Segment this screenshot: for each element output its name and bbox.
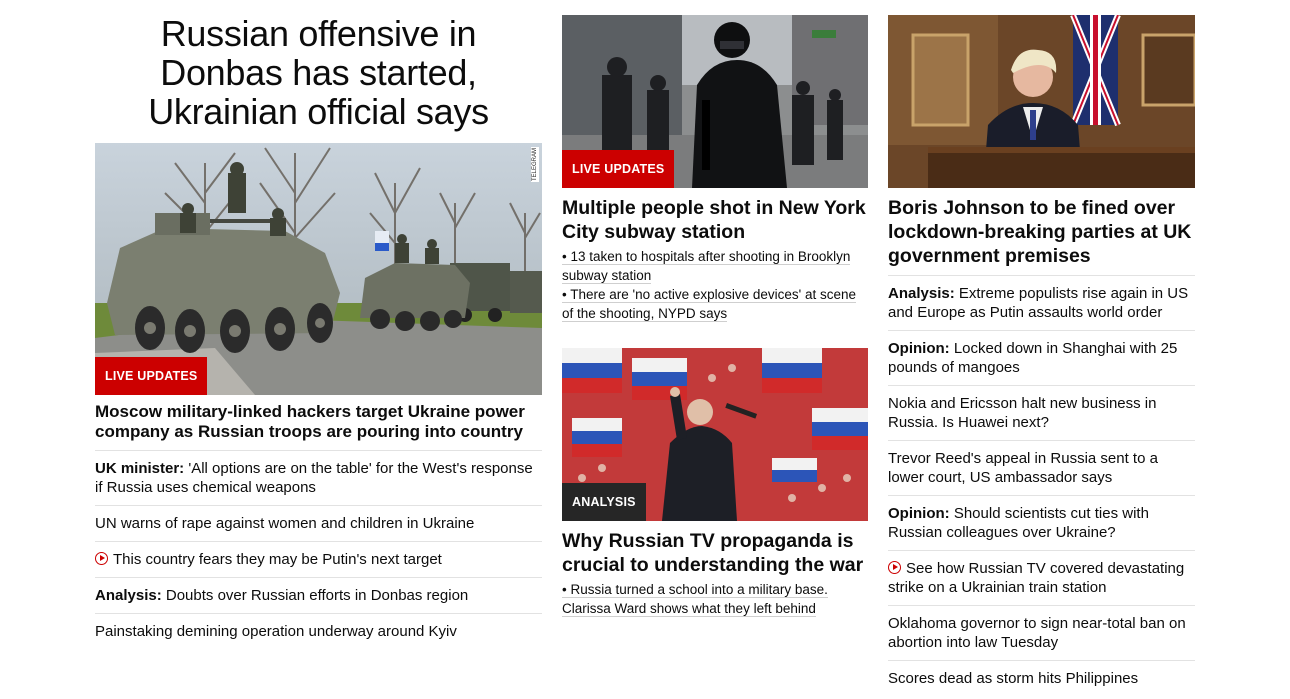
play-icon bbox=[888, 561, 901, 574]
list-item[interactable]: See how Russian TV covered devastating s… bbox=[888, 550, 1195, 605]
bullet-link[interactable]: • 13 taken to hospitals after shooting i… bbox=[562, 247, 868, 285]
johnson-photo bbox=[888, 15, 1195, 188]
boris-johnson-headline[interactable]: Boris Johnson to be fined over lockdown-… bbox=[888, 196, 1195, 275]
list-item[interactable]: Analysis: Doubts over Russian efforts in… bbox=[95, 577, 542, 613]
russian-tv-image[interactable]: ANALYSIS bbox=[562, 348, 868, 521]
list-item[interactable]: Analysis: Extreme populists rise again i… bbox=[888, 275, 1195, 330]
subway-shooting-headline[interactable]: Multiple people shot in New York City su… bbox=[562, 196, 868, 244]
list-item[interactable]: Painstaking demining operation underway … bbox=[95, 613, 542, 649]
analysis-badge: ANALYSIS bbox=[562, 483, 646, 521]
lead-story-image[interactable]: TELEGRAM LIVE UPDATES bbox=[95, 143, 542, 395]
list-item[interactable]: Opinion: Should scientists cut ties with… bbox=[888, 495, 1195, 550]
lead-related-list: UK minister: 'All options are on the tab… bbox=[95, 450, 542, 649]
live-updates-badge: LIVE UPDATES bbox=[562, 150, 675, 188]
boris-johnson-image[interactable] bbox=[888, 15, 1195, 188]
list-item[interactable]: UN warns of rape against women and child… bbox=[95, 505, 542, 541]
lead-column: Russian offensive in Donbas has started,… bbox=[95, 0, 542, 649]
subway-shooting-image[interactable]: LIVE UPDATES bbox=[562, 15, 868, 188]
image-credit: TELEGRAM bbox=[531, 147, 539, 183]
list-item[interactable]: UK minister: 'All options are on the tab… bbox=[95, 450, 542, 505]
right-related-list: Analysis: Extreme populists rise again i… bbox=[888, 275, 1195, 696]
list-item[interactable]: Nokia and Ericsson halt new business in … bbox=[888, 385, 1195, 440]
bullet-link[interactable]: • There are 'no active explosive devices… bbox=[562, 285, 868, 323]
lead-story-headline[interactable]: Moscow military-linked hackers target Uk… bbox=[95, 402, 542, 450]
bullet-link[interactable]: • Russia turned a school into a military… bbox=[562, 580, 868, 618]
lead-story-title[interactable]: Russian offensive in Donbas has started,… bbox=[95, 14, 542, 131]
middle-column: LIVE UPDATES Multiple people shot in New… bbox=[562, 0, 868, 618]
list-item[interactable]: Trevor Reed's appeal in Russia sent to a… bbox=[888, 440, 1195, 495]
list-item[interactable]: This country fears they may be Putin's n… bbox=[95, 541, 542, 577]
russian-tv-headline[interactable]: Why Russian TV propaganda is crucial to … bbox=[562, 529, 868, 577]
russian-tv-bullets: • Russia turned a school into a military… bbox=[562, 580, 868, 618]
list-item[interactable]: Oklahoma governor to sign near-total ban… bbox=[888, 605, 1195, 660]
play-icon bbox=[95, 552, 108, 565]
subway-bullets: • 13 taken to hospitals after shooting i… bbox=[562, 247, 868, 323]
list-item[interactable]: Opinion: Locked down in Shanghai with 25… bbox=[888, 330, 1195, 385]
list-item[interactable]: Scores dead as storm hits Philippines bbox=[888, 660, 1195, 696]
right-column: Boris Johnson to be fined over lockdown-… bbox=[888, 0, 1195, 696]
live-updates-badge: LIVE UPDATES bbox=[95, 357, 208, 395]
